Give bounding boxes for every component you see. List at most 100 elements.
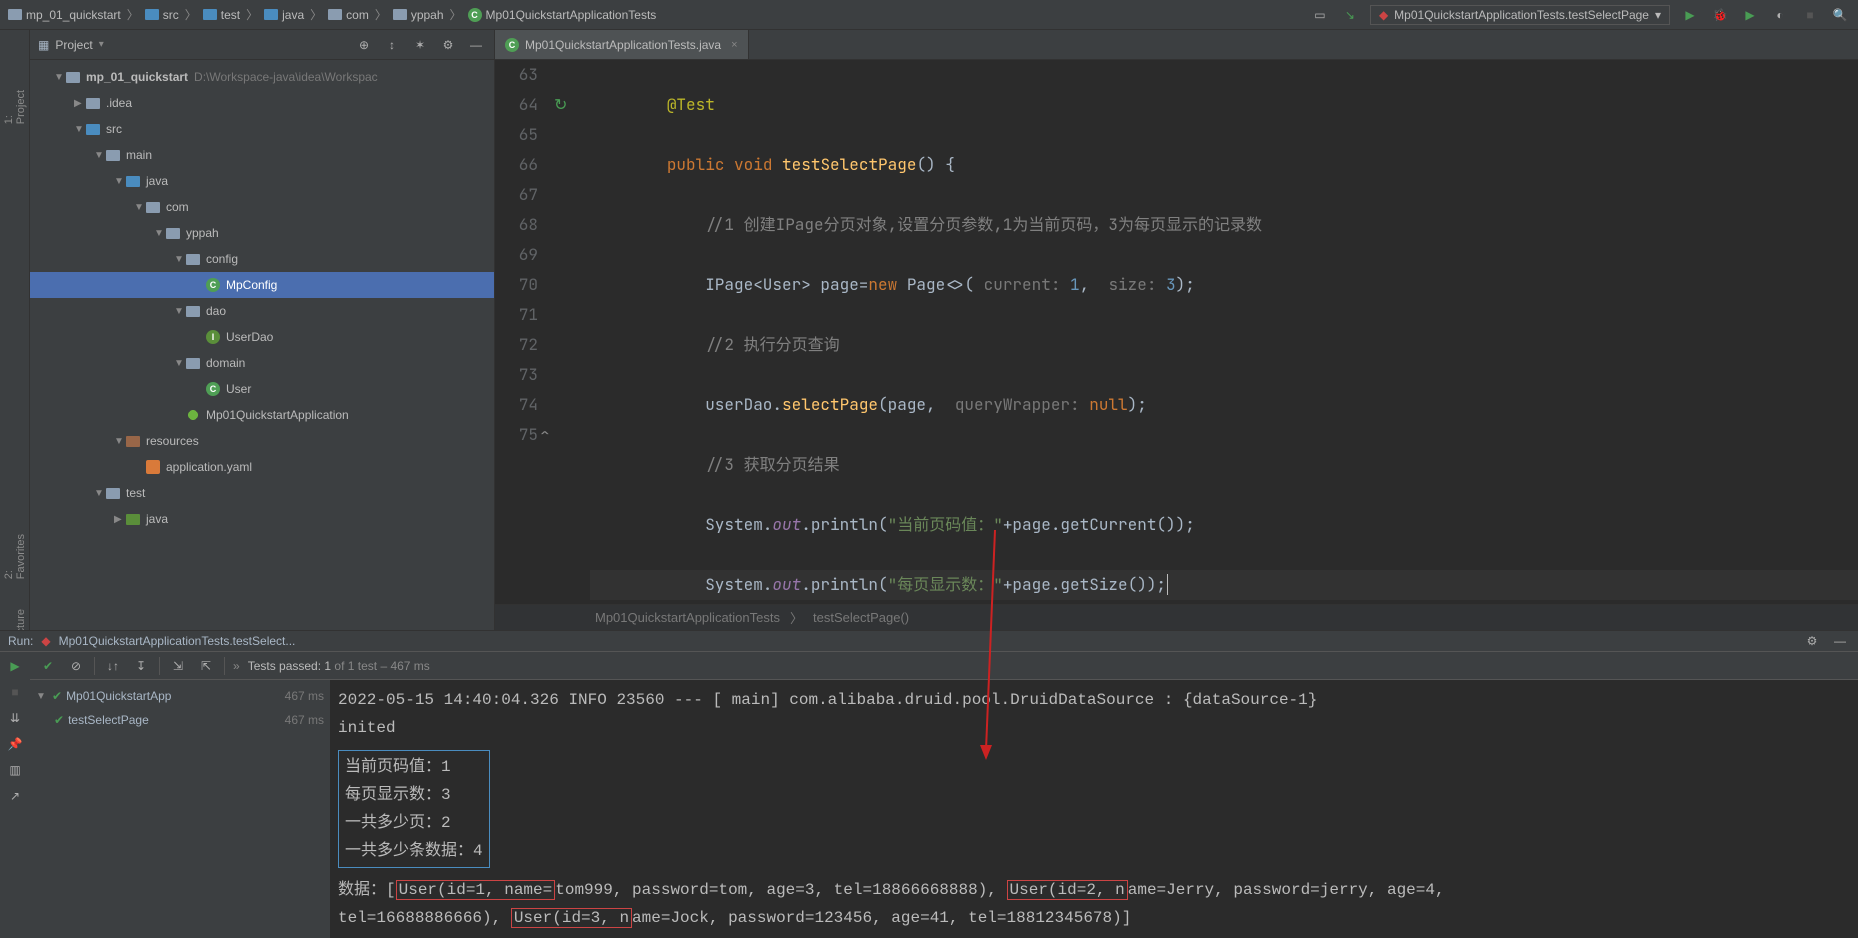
breadcrumb-item[interactable]: java <box>264 8 304 22</box>
sidebar-tab-favorites[interactable]: 2: Favorites <box>3 534 27 579</box>
tree-folder-idea[interactable]: ▶.idea <box>30 90 494 116</box>
hammer-icon[interactable]: ↘ <box>1340 5 1360 25</box>
console-output[interactable]: 2022-05-15 14:40:04.326 INFO 23560 --- [… <box>330 680 1858 938</box>
run-button-icon[interactable]: ▶ <box>1680 5 1700 25</box>
tree-label: MpConfig <box>226 278 277 292</box>
tree-folder-main[interactable]: ▼main <box>30 142 494 168</box>
tree-label: Mp01QuickstartApplication <box>206 408 349 422</box>
rerun-icon[interactable]: ▶ <box>5 656 25 676</box>
breadcrumb-item[interactable]: src <box>145 8 179 22</box>
breadcrumb-item[interactable]: com <box>328 8 369 22</box>
editor-tab[interactable]: C Mp01QuickstartApplicationTests.java × <box>495 30 749 59</box>
chevron-right-icon: 〉 <box>310 6 322 23</box>
tree-label: .idea <box>106 96 132 110</box>
console-line: 2022-05-15 14:40:04.326 INFO 23560 --- [… <box>338 691 1317 709</box>
hide-icon[interactable]: — <box>1830 631 1850 651</box>
breadcrumb-label: java <box>282 8 304 22</box>
tree-folder-domain[interactable]: ▼domain <box>30 350 494 376</box>
check-icon: ✔ <box>52 689 62 703</box>
settings-gear-icon[interactable]: ⚙ <box>438 35 458 55</box>
tree-label: application.yaml <box>166 460 252 474</box>
console-line: 一共多少条数据：4 <box>345 837 483 865</box>
editor-tabs: C Mp01QuickstartApplicationTests.java × <box>495 30 1858 60</box>
top-navigation-bar: mp_01_quickstart 〉 src 〉 test 〉 java 〉 c… <box>0 0 1858 30</box>
build-icon[interactable]: ▭ <box>1310 5 1330 25</box>
hide-icon[interactable]: — <box>466 35 486 55</box>
run-test-gutter-icon[interactable]: ↻ <box>554 90 567 120</box>
tree-label: mp_01_quickstart <box>86 70 188 84</box>
highlighted-span: User(id=2, n <box>1007 880 1128 900</box>
collapse-all-icon[interactable]: ⇱ <box>196 656 216 676</box>
toggle-autoscroll-icon[interactable]: ⇊ <box>5 708 25 728</box>
stop-icon[interactable]: ■ <box>1800 5 1820 25</box>
tree-label: dao <box>206 304 226 318</box>
console-line: 每页显示数：3 <box>345 781 483 809</box>
breadcrumb-method[interactable]: testSelectPage() <box>813 610 909 625</box>
settings-gear-icon[interactable]: ⚙ <box>1802 631 1822 651</box>
test-root-node[interactable]: ▼✔ Mp01QuickstartApp 467 ms <box>30 684 330 708</box>
tree-folder-config[interactable]: ▼config <box>30 246 494 272</box>
interface-icon: I <box>206 330 220 344</box>
project-view-selector[interactable]: ▦ Project ▾ <box>38 38 354 52</box>
run-header: Run: ◆ Mp01QuickstartApplicationTests.te… <box>0 631 1858 652</box>
tree-interface-userdao[interactable]: IUserDao <box>30 324 494 350</box>
test-leaf-node[interactable]: ✔ testSelectPage 467 ms <box>30 708 330 732</box>
tree-folder-test[interactable]: ▼test <box>30 480 494 506</box>
collapse-icon[interactable]: ✶ <box>410 35 430 55</box>
tree-folder-java[interactable]: ▼java <box>30 168 494 194</box>
console-line: tel=16688886666), <box>338 909 511 927</box>
code-editor[interactable]: 63646566676869707172737475 ↻ ⌃ @Test pub… <box>495 60 1858 604</box>
highlighted-output-box: 当前页码值：1 每页显示数：3 一共多少页：2 一共多少条数据：4 <box>338 750 490 868</box>
test-time: 467 ms <box>285 713 324 727</box>
tree-class-user[interactable]: CUser <box>30 376 494 402</box>
test-tree[interactable]: ▼✔ Mp01QuickstartApp 467 ms ✔ testSelect… <box>30 680 330 938</box>
filter-icon[interactable]: ↧ <box>131 656 151 676</box>
tree-folder-dao[interactable]: ▼dao <box>30 298 494 324</box>
export-icon[interactable]: ↗ <box>5 786 25 806</box>
tree-file-yaml[interactable]: application.yaml <box>30 454 494 480</box>
layout-icon[interactable]: ▥ <box>5 760 25 780</box>
run-config-label: Mp01QuickstartApplicationTests.testSelec… <box>1394 8 1649 22</box>
tree-folder-src[interactable]: ▼src <box>30 116 494 142</box>
tree-class-mpconfig[interactable]: CMpConfig <box>30 272 494 298</box>
run-config-name: Mp01QuickstartApplicationTests.testSelec… <box>59 634 296 648</box>
expand-all-icon[interactable]: ⇲ <box>168 656 188 676</box>
breadcrumb-item[interactable]: CMp01QuickstartApplicationTests <box>468 8 657 22</box>
locate-icon[interactable]: ⊕ <box>354 35 374 55</box>
console-line: tom999, password=tom, age=3, tel=1886666… <box>555 881 1006 899</box>
gutter-icons: ↻ ⌃ <box>550 60 580 604</box>
test-node-label: testSelectPage <box>68 713 149 727</box>
tree-folder-test-java[interactable]: ▶java <box>30 506 494 532</box>
pin-icon[interactable]: 📌 <box>5 734 25 754</box>
coverage-run-icon[interactable]: ▶ <box>1740 5 1760 25</box>
debug-button-icon[interactable]: 🐞 <box>1710 5 1730 25</box>
run-configuration-selector[interactable]: ◆ Mp01QuickstartApplicationTests.testSel… <box>1370 5 1670 25</box>
expand-all-icon[interactable]: ↕ <box>382 35 402 55</box>
profile-icon[interactable]: ◐ <box>1770 5 1790 25</box>
show-ignored-icon[interactable]: ⊘ <box>66 656 86 676</box>
search-everywhere-icon[interactable]: 🔍 <box>1830 5 1850 25</box>
breadcrumb-item[interactable]: yppah <box>393 8 444 22</box>
show-passed-icon[interactable]: ✔ <box>38 656 58 676</box>
tree-folder-resources[interactable]: ▼resources <box>30 428 494 454</box>
tree-folder-com[interactable]: ▼com <box>30 194 494 220</box>
console-line: ame=Jock, password=123456, age=41, tel=1… <box>632 909 1131 927</box>
sidebar-tab-project[interactable]: 1: Project <box>3 90 27 124</box>
tests-passed-label: Tests passed: 1 of 1 test – 467 ms <box>248 659 430 673</box>
tree-class-application[interactable]: Mp01QuickstartApplication <box>30 402 494 428</box>
close-tab-icon[interactable]: × <box>731 39 737 51</box>
project-tree[interactable]: ▼mp_01_quickstartD:\Workspace-java\idea\… <box>30 60 494 630</box>
tree-module-root[interactable]: ▼mp_01_quickstartD:\Workspace-java\idea\… <box>30 64 494 90</box>
chevron-right-icon: 〉 <box>790 608 803 627</box>
tree-label: domain <box>206 356 245 370</box>
breadcrumb-class[interactable]: Mp01QuickstartApplicationTests <box>595 610 780 625</box>
tree-folder-yppah[interactable]: ▼yppah <box>30 220 494 246</box>
code-content[interactable]: @Test public void testSelectPage() { //1… <box>580 60 1858 604</box>
breadcrumb-item[interactable]: test <box>203 8 240 22</box>
editor-breadcrumbs[interactable]: Mp01QuickstartApplicationTests 〉 testSel… <box>495 604 1858 630</box>
stop-icon[interactable]: ■ <box>5 682 25 702</box>
dropdown-icon: ▾ <box>99 39 104 50</box>
sort-icon[interactable]: ↓↑ <box>103 656 123 676</box>
breadcrumb-root[interactable]: mp_01_quickstart <box>8 8 121 22</box>
collapse-gutter-icon[interactable]: ⌃ <box>540 420 550 450</box>
